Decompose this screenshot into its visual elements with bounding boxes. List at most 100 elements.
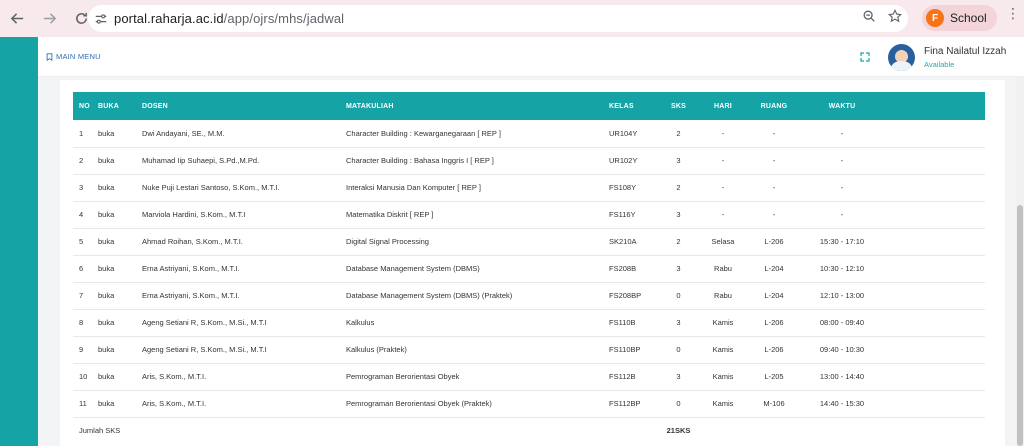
scrollbar-thumb[interactable] — [1017, 205, 1023, 446]
cell-kelas: UR102Y — [609, 156, 638, 165]
cell-buka[interactable]: buka — [98, 228, 142, 255]
cell-ruang: L-206 — [764, 345, 784, 354]
url-text[interactable]: portal.raharja.ac.id/app/ojrs/mhs/jadwal — [114, 11, 344, 26]
cell-ruang: L-206 — [764, 237, 784, 246]
cell-matakuliah: Digital Signal Processing — [346, 237, 429, 246]
cell-spacer — [884, 228, 985, 255]
bookmark-icon — [46, 52, 53, 61]
sidebar-strip — [0, 37, 38, 446]
table-row: 7 buka Erna Astriyani, S.Kom., M.T.I. Da… — [73, 282, 985, 309]
user-avatar[interactable] — [888, 44, 915, 71]
cell-ruang: L-205 — [764, 372, 784, 381]
back-icon[interactable] — [6, 8, 28, 30]
cell-sks: 0 — [676, 345, 681, 354]
cell-waktu: 12:10 - 13:00 — [819, 291, 865, 300]
col-matakuliah: MATAKULIAH — [346, 102, 394, 110]
cell-buka[interactable]: buka — [98, 309, 142, 336]
profile-avatar: F — [926, 9, 944, 27]
cell-waktu: 09:40 - 10:30 — [819, 345, 865, 354]
cell-matakuliah: Pemrograman Berorientasi Obyek (Praktek) — [346, 399, 492, 408]
zoom-icon[interactable] — [862, 9, 876, 28]
cell-waktu: 08:00 - 09:40 — [819, 318, 865, 327]
cell-waktu: 15:30 - 17:10 — [819, 237, 865, 246]
cell-no: 7 — [79, 291, 84, 300]
cell-ruang: L-206 — [764, 318, 784, 327]
cell-ruang: L-204 — [764, 291, 784, 300]
main-menu-link[interactable]: MAIN MENU — [46, 52, 101, 61]
cell-buka[interactable]: buka — [98, 147, 142, 174]
cell-buka[interactable]: buka — [98, 336, 142, 363]
user-status: Available — [924, 60, 955, 69]
more-menu-icon[interactable]: ⋮ — [1006, 6, 1020, 20]
table-row: 11 buka Aris, S.Kom., M.T.I. Pemrograman… — [73, 390, 985, 417]
main-menu-label: MAIN MENU — [56, 52, 101, 61]
cell-hari: - — [721, 156, 725, 165]
cell-hari: - — [721, 183, 725, 192]
cell-buka[interactable]: buka — [98, 120, 142, 147]
cell-dosen: Aris, S.Kom., M.T.I. — [142, 372, 207, 381]
cell-ruang: - — [772, 128, 776, 138]
table-row: 3 buka Nuke Puji Lestari Santoso, S.Kom.… — [73, 174, 985, 201]
cell-dosen: Ahmad Roihan, S.Kom., M.T.I. — [142, 237, 243, 246]
cell-buka[interactable]: buka — [98, 255, 142, 282]
cell-buka[interactable]: buka — [98, 282, 142, 309]
cell-kelas: FS208B — [609, 264, 637, 273]
cell-kelas: FS110B — [609, 318, 636, 327]
user-name: Fina Nailatul Izzah — [924, 46, 1007, 57]
cell-matakuliah: Matematika Diskrit [ REP ] — [346, 210, 434, 219]
site-settings-icon[interactable] — [88, 12, 114, 26]
cell-kelas: FS110BP — [609, 345, 641, 354]
table-header-row: NO BUKA DOSEN MATAKULIAH KELAS SKS HARI … — [73, 92, 985, 120]
cell-kelas: FS116Y — [609, 210, 636, 219]
cell-matakuliah: Interaksi Manusia Dan Komputer [ REP ] — [346, 183, 481, 192]
cell-spacer — [884, 147, 985, 174]
cell-ruang: L-204 — [764, 264, 784, 273]
cell-ruang: - — [772, 183, 776, 192]
cell-spacer — [884, 390, 985, 417]
cell-waktu: 13:00 - 14:40 — [819, 372, 865, 381]
cell-sks: 3 — [676, 372, 681, 381]
col-kelas: KELAS — [609, 102, 634, 110]
col-no: NO — [79, 102, 90, 110]
cell-dosen: Erna Astriyani, S.Kom., M.T.I. — [142, 291, 240, 300]
cell-no: 8 — [79, 318, 84, 327]
cell-buka[interactable]: buka — [98, 390, 142, 417]
cell-matakuliah: Database Management System (DBMS) (Prakt… — [346, 291, 513, 300]
forward-icon[interactable] — [38, 8, 60, 30]
cell-hari: Kamis — [712, 318, 734, 327]
cell-hari: Kamis — [712, 399, 734, 408]
cell-no: 4 — [79, 210, 84, 219]
cell-hari: Selasa — [711, 237, 735, 246]
cell-no: 6 — [79, 264, 84, 273]
cell-waktu: - — [840, 183, 844, 192]
cell-spacer — [884, 255, 985, 282]
cell-matakuliah: Database Management System (DBMS) — [346, 264, 480, 273]
footer-spacer — [698, 417, 985, 444]
cell-waktu: - — [840, 210, 844, 219]
cell-spacer — [884, 363, 985, 390]
profile-label: School — [950, 11, 987, 25]
cell-waktu: - — [840, 156, 844, 165]
table-row: 8 buka Ageng Setiani R, S.Kom., M.Si., M… — [73, 309, 985, 336]
cell-dosen: Marviola Hardini, S.Kom., M.T.I — [142, 210, 246, 219]
cell-no: 10 — [79, 372, 88, 381]
col-waktu: WAKTU — [828, 102, 856, 110]
profile-chip[interactable]: F School — [922, 5, 997, 31]
cell-spacer — [884, 174, 985, 201]
app-topbar: MAIN MENU Fina Nailatul Izzah Available — [38, 37, 1024, 77]
cell-sks: 2 — [676, 128, 681, 138]
cell-ruang: - — [772, 156, 776, 165]
cell-matakuliah: Character Building : Bahasa Inggris I [ … — [346, 156, 494, 165]
cell-spacer — [884, 336, 985, 363]
cell-dosen: Aris, S.Kom., M.T.I. — [142, 399, 207, 408]
cell-buka[interactable]: buka — [98, 201, 142, 228]
cell-sks: 3 — [676, 318, 681, 327]
cell-buka[interactable]: buka — [98, 174, 142, 201]
fullscreen-icon[interactable] — [860, 52, 870, 65]
address-bar[interactable]: portal.raharja.ac.id/app/ojrs/mhs/jadwal — [88, 5, 908, 32]
cell-sks: 0 — [676, 399, 681, 408]
cell-buka[interactable]: buka — [98, 363, 142, 390]
cell-dosen: Nuke Puji Lestari Santoso, S.Kom., M.T.I… — [142, 183, 280, 192]
cell-matakuliah: Kalkulus — [346, 318, 375, 327]
bookmark-star-icon[interactable] — [887, 8, 903, 28]
